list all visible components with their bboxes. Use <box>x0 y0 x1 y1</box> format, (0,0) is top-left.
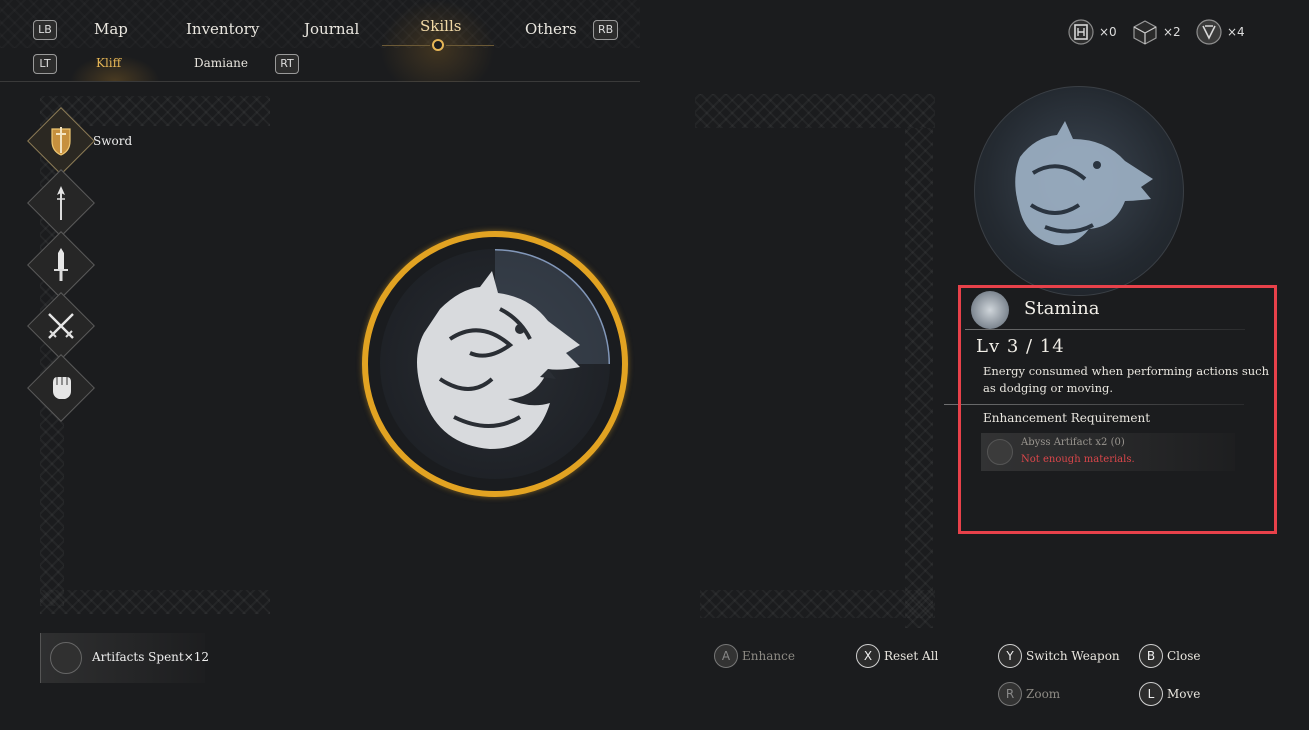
lb-button-glyph[interactable]: LB <box>33 20 57 40</box>
lt-button-glyph[interactable]: LT <box>33 54 57 74</box>
shield-sword-icon <box>51 127 71 156</box>
subtab-damiane[interactable]: Damiane <box>194 56 248 70</box>
weapon-slot-fist[interactable] <box>27 354 95 422</box>
tab-inventory[interactable]: Inventory <box>186 20 259 38</box>
hint-enhance-label: Enhance <box>742 649 795 663</box>
hint-reset-all-label: Reset All <box>884 649 939 663</box>
currency-emblem: ×4 <box>1195 18 1245 46</box>
tab-skills[interactable]: Skills <box>420 17 461 35</box>
currency-emblem-count: ×4 <box>1227 25 1245 39</box>
wolf-emblem-icon <box>417 271 580 449</box>
dagger-icon <box>54 248 68 281</box>
currency-cube: ×2 <box>1131 18 1181 46</box>
tab-journal[interactable]: Journal <box>304 20 359 38</box>
cube-icon <box>1133 20 1157 45</box>
active-tab-indicator <box>432 39 444 51</box>
selected-skill-node[interactable] <box>362 231 628 497</box>
hint-enhance[interactable]: A Enhance <box>714 644 795 668</box>
x-button-icon: X <box>856 644 880 668</box>
skill-medallion <box>974 86 1184 296</box>
currency-cube-count: ×2 <box>1163 25 1181 39</box>
weapon-slot-spear[interactable] <box>27 169 95 237</box>
tab-divider-right <box>446 45 494 46</box>
crossed-swords-icon <box>48 313 74 339</box>
hint-switch-weapon[interactable]: Y Switch Weapon <box>998 644 1120 668</box>
spear-icon <box>57 186 65 220</box>
artifacts-spent-label: Artifacts Spent×12 <box>92 650 210 664</box>
wolf-medallion-icon <box>1015 121 1153 246</box>
b-button-icon: B <box>1139 644 1163 668</box>
active-weapon-label: Sword <box>93 134 133 148</box>
y-button-icon: Y <box>998 644 1022 668</box>
highlight-box <box>958 285 1277 534</box>
hint-close-label: Close <box>1167 649 1201 663</box>
weapon-slot-dagger[interactable] <box>27 231 95 299</box>
a-button-icon: A <box>714 644 738 668</box>
subtab-kliff[interactable]: Kliff <box>96 56 121 70</box>
tab-others[interactable]: Others <box>525 20 577 38</box>
hint-zoom[interactable]: R Zoom <box>998 682 1060 706</box>
fist-icon <box>53 377 71 399</box>
shield-emblem-icon <box>1196 19 1222 45</box>
left-stick-icon: L <box>1139 682 1163 706</box>
artifact-icon <box>1068 19 1094 45</box>
right-stick-icon: R <box>998 682 1022 706</box>
weapon-slot-dual-blades[interactable] <box>27 292 95 360</box>
tab-map[interactable]: Map <box>94 20 128 38</box>
hint-reset-all[interactable]: X Reset All <box>856 644 938 668</box>
rt-button-glyph[interactable]: RT <box>275 54 299 74</box>
currency-artifact-count: ×0 <box>1099 25 1117 39</box>
hint-close[interactable]: B Close <box>1139 644 1201 668</box>
hint-move-label: Move <box>1167 687 1201 701</box>
currency-artifact: ×0 <box>1067 18 1117 46</box>
tab-divider-left <box>382 45 430 46</box>
artifact-spent-icon <box>50 642 82 674</box>
hint-switch-weapon-label: Switch Weapon <box>1026 649 1120 663</box>
hint-move[interactable]: L Move <box>1139 682 1200 706</box>
rb-button-glyph[interactable]: RB <box>593 20 619 40</box>
hint-zoom-label: Zoom <box>1026 687 1061 701</box>
